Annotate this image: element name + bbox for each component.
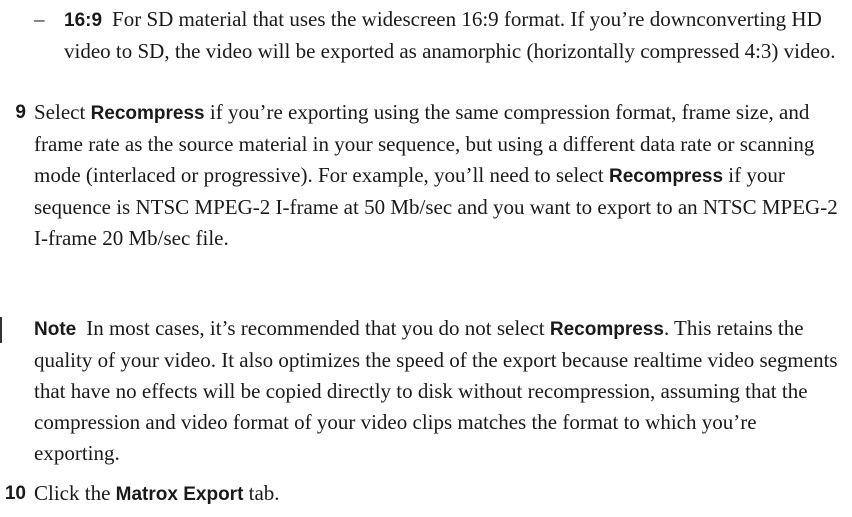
step-text: Select Recompress if you’re exporting us… (34, 97, 840, 254)
option-description: For SD material that uses the widescreen… (64, 7, 836, 63)
note-text: Note In most cases, it’s recommended that… (34, 313, 840, 469)
step-number: 9 (15, 102, 26, 123)
note-block: Note In most cases, it’s recommended that… (0, 313, 840, 469)
option-key: 16:9 (64, 10, 103, 31)
step-number: 10 (4, 483, 26, 504)
recompress-term: Recompress (90, 103, 205, 124)
step-text: Click the Matrox Export tab. (34, 478, 840, 510)
step-text-part: tab. (243, 481, 280, 505)
recompress-term: Recompress (608, 166, 724, 187)
matrox-export-term: Matrox Export (115, 484, 244, 505)
step-text-part: Select (34, 100, 91, 124)
note-label: Note (34, 319, 77, 340)
step-10: 10 Click the Matrox Export tab. (0, 478, 840, 510)
document-page: – 16:9 For SD material that uses the wide… (0, 0, 852, 517)
note-text-part: In most cases, it’s recommended that you… (86, 316, 550, 340)
aspect-ratio-option-16-9: – 16:9 For SD material that uses the wide… (34, 4, 844, 67)
note-margin-bar (0, 317, 2, 343)
sub-item-text: 16:9 For SD material that uses the widesc… (64, 4, 844, 67)
step-9: 9 Select Recompress if you’re exporting … (0, 97, 840, 254)
step-text-part: Click the (34, 481, 116, 505)
recompress-term: Recompress (549, 319, 664, 340)
dash-bullet: – (34, 7, 45, 31)
